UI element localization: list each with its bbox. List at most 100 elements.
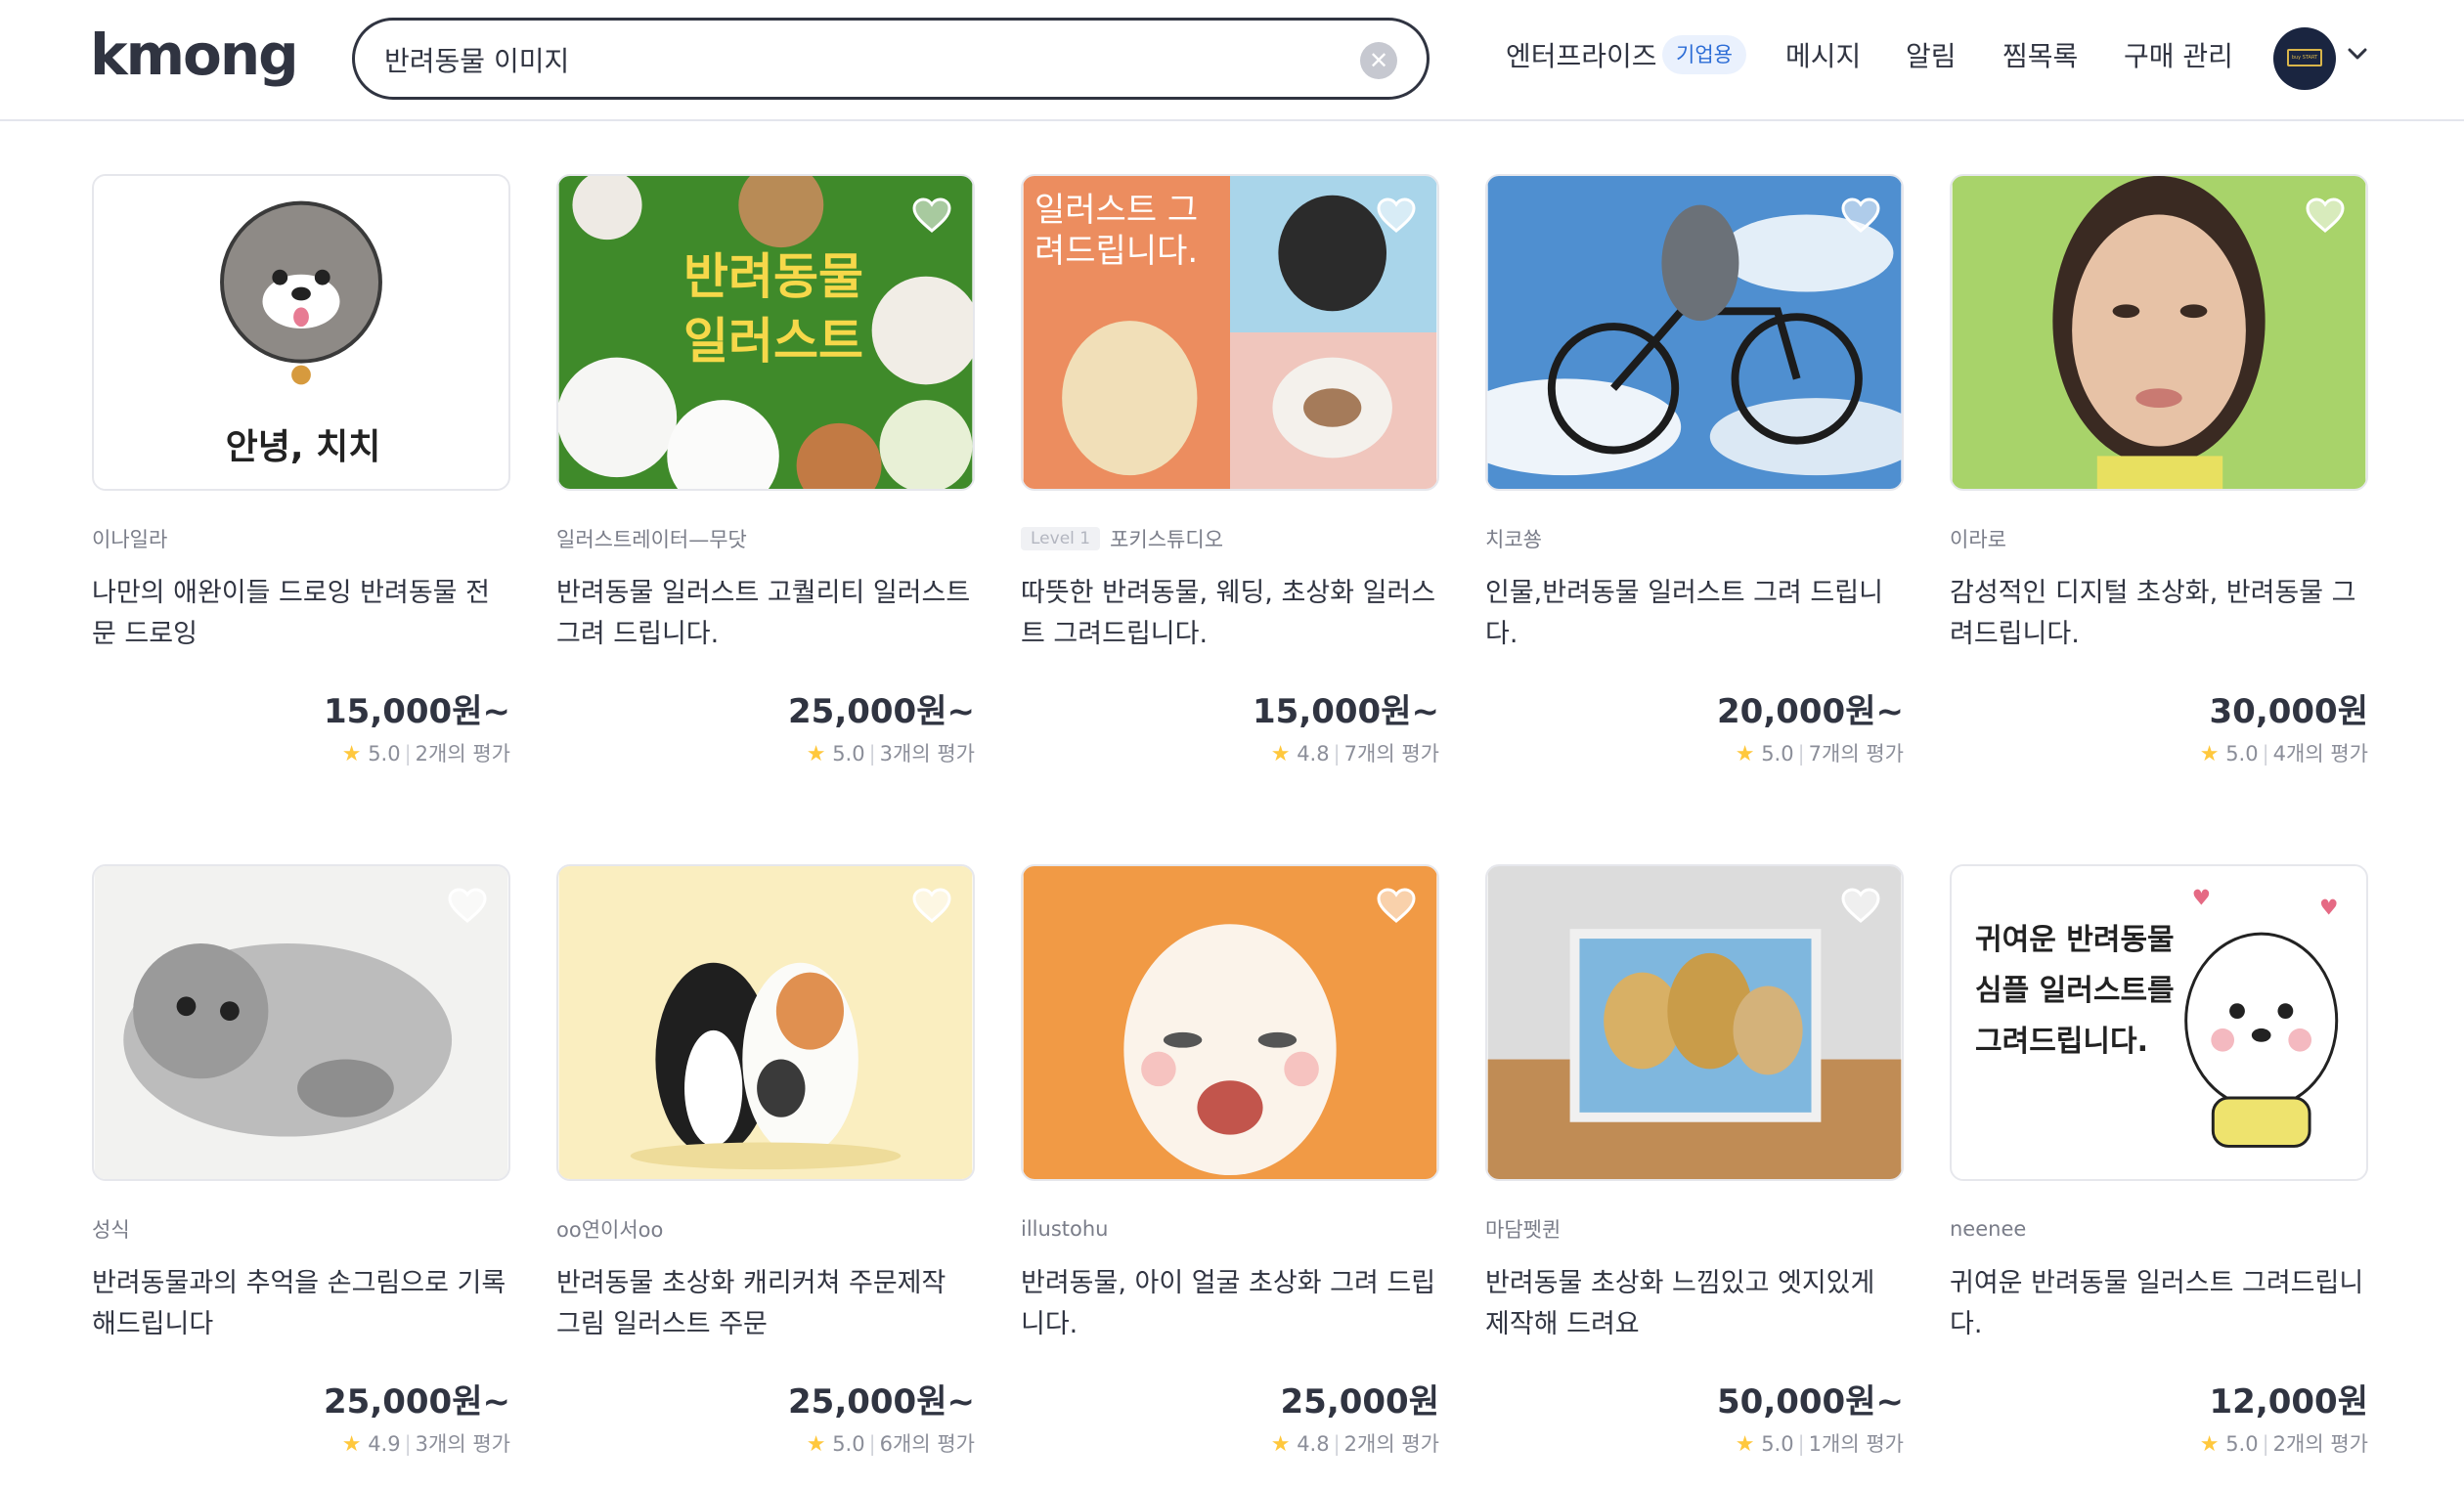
nav-alerts[interactable]: 알림 (1906, 35, 1957, 74)
gig-thumbnail[interactable] (92, 864, 510, 1181)
chevron-down-icon[interactable] (2347, 43, 2368, 65)
rating-score: 4.9 (368, 1432, 401, 1456)
thumbnail-image (1487, 866, 1902, 1179)
nav-favorites[interactable]: 찜목록 (2002, 35, 2078, 74)
heart-icon[interactable] (1841, 888, 1880, 923)
heart-icon[interactable] (912, 197, 951, 233)
gig-thumbnail[interactable] (1485, 864, 1904, 1181)
gig-thumbnail[interactable] (1950, 174, 2368, 491)
review-count: 7개의 평가 (1343, 742, 1439, 766)
heart-icon[interactable] (448, 197, 487, 233)
seller-name[interactable]: 이라로 (1950, 524, 2006, 553)
star-icon: ★ (341, 742, 362, 766)
seller-row: illustohu (1021, 1214, 1439, 1244)
gig-card[interactable]: 이라로감성적인 디지털 초상화, 반려동물 그려드립니다. 30,000원 ★ 5.… (1950, 174, 2368, 767)
seller-name[interactable]: 성식 (92, 1214, 130, 1244)
gig-thumbnail[interactable]: 안녕, 치치 (92, 174, 510, 491)
heart-icon[interactable] (1377, 197, 1416, 233)
rating-score: 5.0 (1761, 1432, 1794, 1456)
kmong-logo[interactable]: kmong (90, 22, 299, 88)
divider: | (1333, 742, 1341, 766)
clear-search-icon[interactable]: ✕ (1360, 42, 1397, 79)
thumbnail-image (558, 866, 973, 1179)
heart-icon[interactable] (2306, 197, 2345, 233)
gig-price: 25,000원~ (788, 1382, 975, 1422)
gig-title[interactable]: 반려동물 일러스트 고퀄리티 일러스트 그려 드립니다. (556, 573, 975, 659)
heart-icon[interactable] (912, 888, 951, 923)
review-count: 2개의 평가 (2272, 1432, 2368, 1456)
gig-card[interactable]: illustohu 반려동물, 아이 얼굴 초상화 그려 드립니다. 25,000원… (1021, 864, 1439, 1458)
gig-title[interactable]: 감성적인 디지털 초상화, 반려동물 그려드립니다. (1950, 573, 2368, 659)
gig-title[interactable]: 반려동물 초상화 캐리커쳐 주문제작 그림 일러스트 주문 (556, 1263, 975, 1349)
gig-thumbnail[interactable] (1485, 174, 1904, 491)
star-icon: ★ (2199, 742, 2220, 766)
gig-thumbnail[interactable]: ♥ ♥ 귀여운 반려동물 심플 일러스트를 그려드립니다. (1950, 864, 2368, 1181)
search-input[interactable] (384, 36, 1323, 83)
nav-purchases[interactable]: 구매 관리 (2124, 35, 2233, 74)
divider: | (1797, 742, 1805, 766)
gig-price: 30,000원 (2209, 692, 2368, 731)
rating-row: ★ 5.0 | 1개의 평가 (1485, 1428, 1904, 1458)
seller-row: Level 1 포키스튜디오 (1021, 524, 1439, 553)
seller-name[interactable]: 포키스튜디오 (1110, 524, 1223, 553)
star-icon: ★ (1270, 1432, 1291, 1457)
review-count: 2개의 평가 (1343, 1432, 1439, 1456)
review-count: 7개의 평가 (1808, 742, 1904, 766)
star-icon: ★ (1735, 742, 1755, 766)
seller-row: 성식 (92, 1214, 510, 1244)
gig-card[interactable]: 마담펫퀸 반려동물 초상화 느낌있고 엣지있게 제작해 드려요 50,000원~ ★ … (1485, 864, 1904, 1458)
gig-title[interactable]: 반려동물과의 추억을 손그림으로 기록해드립니다 (92, 1263, 510, 1349)
seller-name[interactable]: illustohu (1021, 1217, 1108, 1241)
seller-name[interactable]: 일러스트레이터—무닷 (556, 524, 747, 553)
rating-row: ★ 4.9 | 3개의 평가 (92, 1428, 510, 1458)
heart-icon[interactable] (448, 888, 487, 923)
gig-card[interactable]: 반려동물 일러스트일러스트레이터—무닷반려동물 일러스트 고퀄리티 일러스트 그… (556, 174, 975, 767)
rating-score: 5.0 (832, 1432, 865, 1456)
review-count: 3개의 평가 (415, 1432, 510, 1456)
heart-icon[interactable] (1841, 197, 1880, 233)
divider: | (2262, 742, 2269, 766)
nav-enterprise[interactable]: 엔터프라이즈 (1506, 35, 1657, 74)
rating-score: 4.8 (1297, 742, 1330, 766)
seller-name[interactable]: neenee (1950, 1217, 2026, 1241)
nav-messages[interactable]: 메시지 (1785, 35, 1861, 74)
gig-thumbnail[interactable] (556, 864, 975, 1181)
review-count: 4개의 평가 (2272, 742, 2368, 766)
gig-title[interactable]: 따뜻한 반려동물, 웨딩, 초상화 일러스트 그려드립니다. (1021, 573, 1439, 659)
gig-card[interactable]: ♥ ♥ 귀여운 반려동물 심플 일러스트를 그려드립니다. neenee 귀여운 반… (1950, 864, 2368, 1458)
rating-row: ★ 5.0 | 4개의 평가 (1950, 738, 2368, 767)
rating-row: ★ 5.0 | 6개의 평가 (556, 1428, 975, 1458)
review-count: 6개의 평가 (879, 1432, 975, 1456)
seller-name[interactable]: 이나일라 (92, 524, 167, 553)
gig-card[interactable]: 치코쑝 인물,반려동물 일러스트 그려 드립니다. 20,000원~ ★ 5.0 | 7개… (1485, 174, 1904, 767)
gig-card[interactable]: 성식반려동물과의 추억을 손그림으로 기록해드립니다 25,000원~ ★ 4.9 |… (92, 864, 510, 1458)
gig-title[interactable]: 반려동물 초상화 느낌있고 엣지있게 제작해 드려요 (1485, 1263, 1904, 1349)
search-bar[interactable]: ✕ (352, 18, 1430, 100)
seller-name[interactable]: oo연이서oo (556, 1214, 663, 1244)
gig-price: 15,000원~ (324, 692, 510, 731)
rating-score: 5.0 (832, 742, 865, 766)
seller-name[interactable]: 치코쑝 (1485, 524, 1542, 553)
gig-price: 25,000원~ (788, 692, 975, 731)
gig-title[interactable]: 귀여운 반려동물 일러스트 그려드립니다. (1950, 1263, 2368, 1349)
gig-title[interactable]: 인물,반려동물 일러스트 그려 드립니다. (1485, 573, 1904, 659)
gig-thumbnail[interactable]: 일러스트 그려드립니다. (1021, 174, 1439, 491)
heart-icon[interactable] (1377, 888, 1416, 923)
gig-price: 25,000원~ (324, 1382, 510, 1422)
star-icon: ★ (341, 1432, 362, 1457)
gig-title[interactable]: 반려동물, 아이 얼굴 초상화 그려 드립니다. (1021, 1263, 1439, 1349)
avatar[interactable]: buy START (2273, 27, 2336, 90)
gig-price: 12,000원 (2209, 1382, 2368, 1422)
thumbnail-caption: 반려동물 일러스트 (683, 248, 863, 370)
gig-card[interactable]: 일러스트 그려드립니다. Level 1 포키스튜디오따뜻한 반려동물, 웨딩, 초… (1021, 174, 1439, 767)
gig-thumbnail[interactable]: 반려동물 일러스트 (556, 174, 975, 491)
gig-card[interactable]: oo연이서oo 반려동물 초상화 캐리커쳐 주문제작 그림 일러스트 주문 25,0… (556, 864, 975, 1458)
rating-row: ★ 4.8 | 2개의 평가 (1021, 1428, 1439, 1458)
seller-row: 이나일라 (92, 524, 510, 553)
gig-card[interactable]: 안녕, 치치이나일라나만의 애완이들 드로잉 반려동물 전문 드로잉 15,000… (92, 174, 510, 767)
gig-thumbnail[interactable] (1021, 864, 1439, 1181)
seller-name[interactable]: 마담펫퀸 (1485, 1214, 1561, 1244)
top-header: kmong ✕ 엔터프라이즈 기업용 메시지 알림 찜목록 구매 관리 buy … (0, 0, 2464, 121)
seller-row: neenee (1950, 1214, 2368, 1244)
gig-title[interactable]: 나만의 애완이들 드로잉 반려동물 전문 드로잉 (92, 573, 510, 659)
